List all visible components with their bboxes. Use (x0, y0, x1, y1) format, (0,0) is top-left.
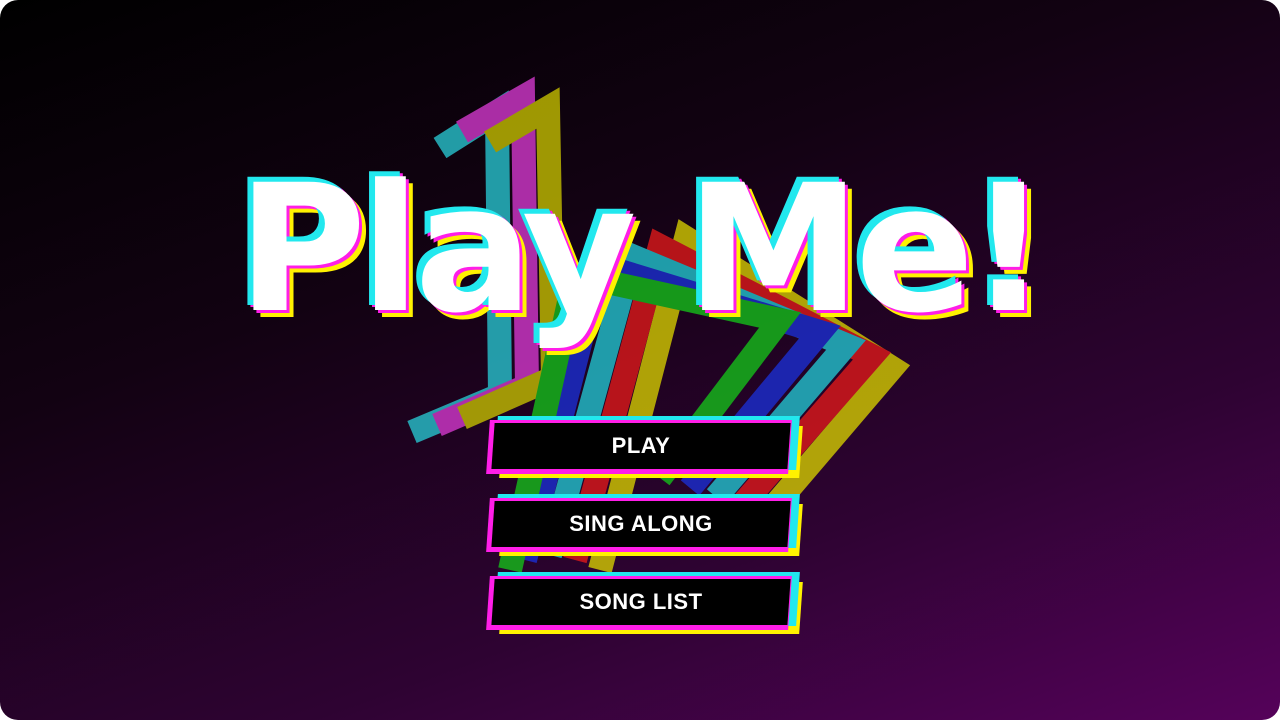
play-button[interactable]: PLAY (486, 416, 803, 478)
main-menu-screen: Play Me! PLAY SING ALONG SONG LIST (0, 0, 1280, 720)
sing-along-button-label: SING ALONG (569, 511, 713, 536)
sing-along-button[interactable]: SING ALONG (486, 494, 803, 556)
song-list-button-label: SONG LIST (579, 589, 703, 614)
play-button-label: PLAY (611, 433, 671, 458)
song-list-button[interactable]: SONG LIST (486, 572, 803, 634)
game-title: Play Me! (237, 147, 1048, 352)
